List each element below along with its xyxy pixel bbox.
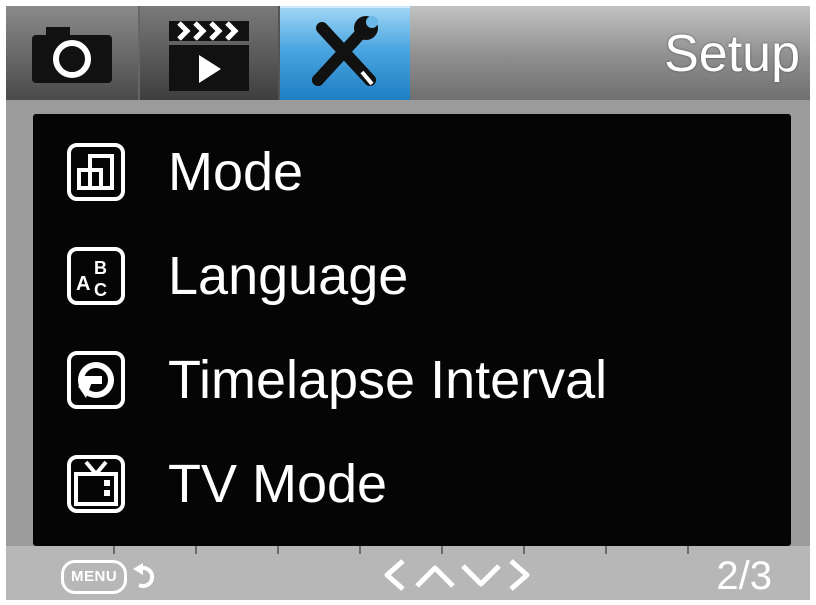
timelapse-icon [67, 351, 125, 409]
left-arrow-icon[interactable] [384, 559, 405, 591]
header-bar: Setup [6, 6, 810, 100]
svg-text:A: A [76, 273, 90, 295]
menu-item-label: Mode [168, 142, 304, 202]
menu-item-label: Language [168, 246, 409, 306]
camera-screen: Setup Mode A B C Language Timelapse Inte… [6, 6, 810, 600]
tv-icon [67, 455, 125, 513]
menu-item-label: Timelapse Interval [168, 350, 608, 410]
menu-item-mode[interactable]: Mode [33, 122, 791, 222]
tick-mark [523, 546, 525, 554]
tick-mark [195, 546, 197, 554]
svg-text:B: B [94, 258, 107, 278]
tab-photo[interactable] [6, 6, 140, 100]
mode-icon [67, 143, 125, 201]
right-arrow-icon[interactable] [509, 559, 530, 591]
wrench-screwdriver-icon [312, 16, 378, 86]
tick-mark [687, 546, 689, 554]
page-title: Setup [664, 25, 800, 83]
tab-video[interactable] [140, 6, 280, 100]
language-icon: A B C [67, 247, 125, 305]
svg-text:C: C [94, 280, 107, 300]
up-arrow-icon[interactable] [415, 565, 455, 588]
tick-mark [277, 546, 279, 554]
navigation-arrows [384, 559, 530, 591]
tick-mark [113, 546, 115, 554]
clapperboard-icon [169, 21, 249, 91]
back-arrow-icon [133, 563, 155, 588]
page-indicator: 2/3 [716, 554, 772, 598]
menu-item-tv-mode[interactable]: TV Mode [33, 434, 791, 534]
camera-icon [32, 27, 112, 83]
tick-mark [441, 546, 443, 554]
setup-menu: Mode A B C Language Timelapse Interval T… [33, 114, 791, 546]
menu-item-language[interactable]: A B C Language [33, 226, 791, 326]
menu-button-label: MENU [61, 560, 128, 594]
menu-item-label: TV Mode [168, 454, 388, 514]
menu-item-timelapse-interval[interactable]: Timelapse Interval [33, 330, 791, 430]
down-arrow-icon[interactable] [461, 564, 501, 587]
tick-mark [359, 546, 361, 554]
tab-setup[interactable] [280, 6, 410, 100]
page-tick-marks [33, 546, 791, 554]
menu-back-button[interactable]: MENU [61, 560, 159, 594]
footer-bar: MENU 2/3 [6, 546, 810, 600]
tick-mark [605, 546, 607, 554]
